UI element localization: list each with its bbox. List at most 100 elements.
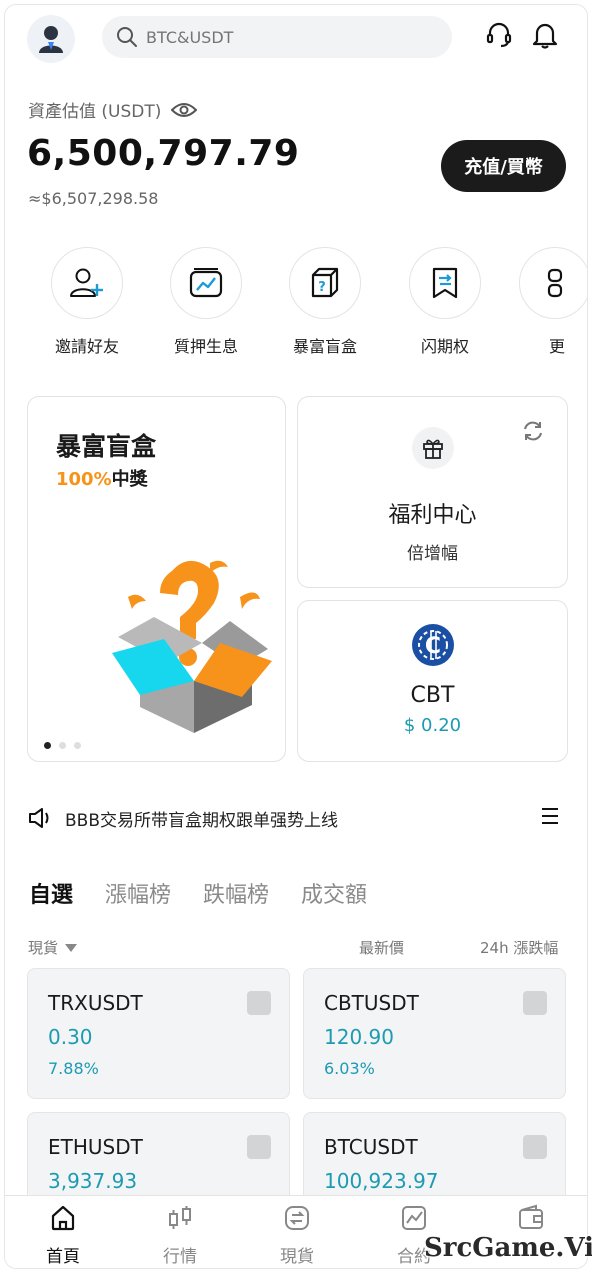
ticker-name: TRXUSDT xyxy=(48,991,143,1015)
welfare-subtitle: 倍增幅 xyxy=(407,544,458,564)
nav-icon-wrap xyxy=(130,1202,230,1234)
exchange-icon xyxy=(285,1206,309,1230)
candlestick-icon xyxy=(169,1206,191,1229)
cbt-price: $ 0.20 xyxy=(403,715,462,736)
asset-label-text: 資產估值 (USDT) xyxy=(28,102,162,122)
ticker-name: BTCUSDT xyxy=(324,1135,418,1159)
quick-action-circle: ? xyxy=(289,247,361,319)
announcement-text: BBB交易所带盲盒期权跟单强势上线 xyxy=(65,810,338,831)
favorite-checkbox[interactable] xyxy=(247,991,271,1015)
favorite-checkbox[interactable] xyxy=(247,1135,271,1159)
bell-icon xyxy=(532,23,558,49)
quick-action-circle xyxy=(170,247,242,319)
column-latest-price: 最新價 xyxy=(359,939,405,957)
home-icon xyxy=(51,1205,75,1231)
ticker-card[interactable]: TRXUSDT 0.30 7.88% xyxy=(27,968,290,1099)
welfare-center-card[interactable]: 福利中心 倍增幅 xyxy=(297,396,568,588)
carousel-dot[interactable] xyxy=(74,742,81,749)
market-tabs: 自選 漲幅榜 跌幅榜 成交額 xyxy=(29,877,367,909)
nav-markets[interactable]: 行情 xyxy=(130,1202,230,1267)
market-type-label: 現貨 xyxy=(28,939,59,957)
promo-highlight: 100% xyxy=(56,469,112,490)
column-24h-change: 24h 漲跌幅 xyxy=(480,939,559,957)
eye-icon[interactable] xyxy=(171,101,198,119)
quick-action-label: 暴富盲盒 xyxy=(292,337,357,356)
quick-action-circle xyxy=(519,247,587,319)
favorite-checkbox[interactable] xyxy=(523,1135,547,1159)
ticker-name: CBTUSDT xyxy=(324,991,419,1015)
quick-action-staking[interactable]: 質押生息 xyxy=(161,247,251,357)
menu-list-icon[interactable] xyxy=(539,805,561,827)
quick-action-label: 邀請好友 xyxy=(54,337,119,356)
mystery-box-promo-card[interactable]: 暴富盲盒 100%中獎 xyxy=(27,396,286,762)
add-user-icon xyxy=(70,268,103,297)
user-avatar-icon xyxy=(39,26,63,53)
announcement-bar[interactable]: BBB交易所带盲盒期权跟单强势上线 xyxy=(27,801,567,835)
asset-label: 資產估值 (USDT) xyxy=(28,97,198,122)
more-icon xyxy=(547,268,563,298)
ticker-price: 3,937.93 xyxy=(48,1169,138,1193)
favorite-checkbox[interactable] xyxy=(523,991,547,1015)
avatar[interactable] xyxy=(27,15,75,63)
app-frame: 資產估值 (USDT) 6,500,797.79 ≈$6,507,298.58 … xyxy=(4,4,588,1269)
quick-action-invite[interactable]: 邀請好友 xyxy=(42,247,132,357)
ticker-card[interactable]: CBTUSDT 120.90 6.03% xyxy=(303,968,566,1099)
promo-subtitle-rest: 中獎 xyxy=(111,469,148,490)
ticker-change: 7.88% xyxy=(48,1059,99,1078)
quick-action-mystery-box[interactable]: ? 暴富盲盒 xyxy=(280,247,370,357)
headset-icon xyxy=(486,22,512,48)
ticker-change: 6.03% xyxy=(324,1059,375,1078)
promo-subtitle: 100%中獎 xyxy=(56,465,148,491)
cbt-logo-wrap: C xyxy=(298,623,567,671)
nav-label: 首頁 xyxy=(46,1247,80,1267)
deposit-buy-button[interactable]: 充值/買幣 xyxy=(441,140,566,192)
nav-spot[interactable]: 現貨 xyxy=(247,1202,347,1267)
cbt-coin-icon: C xyxy=(411,624,454,666)
quick-action-label: 闪期权 xyxy=(420,337,469,356)
tab-losers[interactable]: 跌幅榜 xyxy=(203,877,269,909)
cbt-coin-card[interactable]: C CBT $ 0.20 xyxy=(297,600,568,762)
welfare-icon-wrap xyxy=(298,427,567,469)
nav-label: 現貨 xyxy=(280,1247,314,1267)
asset-value: 6,500,797.79 xyxy=(27,133,300,174)
nav-icon-wrap xyxy=(13,1202,113,1234)
quick-action-more[interactable]: 更 xyxy=(519,247,587,357)
svg-text:?: ? xyxy=(318,280,326,295)
carousel-dot[interactable] xyxy=(59,742,66,749)
cbt-name: CBT xyxy=(410,683,455,708)
promo-title: 暴富盲盒 xyxy=(56,432,157,461)
wallet-icon xyxy=(519,1204,543,1229)
asset-approx-value: ≈$6,507,298.58 xyxy=(28,189,159,208)
nav-icon-wrap xyxy=(364,1202,464,1234)
customer-service-button[interactable] xyxy=(483,19,515,51)
tab-gainers[interactable]: 漲幅榜 xyxy=(105,877,171,909)
tab-volume[interactable]: 成交額 xyxy=(301,877,367,909)
welfare-title: 福利中心 xyxy=(388,503,477,528)
mystery-box-illustration xyxy=(112,560,272,733)
gift-icon-bg xyxy=(411,427,454,469)
caret-down-icon xyxy=(65,943,78,952)
quick-action-circle xyxy=(51,247,123,319)
quick-action-flash-option[interactable]: 闪期权 xyxy=(400,247,490,357)
ticker-price: 0.30 xyxy=(48,1025,93,1049)
notification-button[interactable] xyxy=(529,19,561,51)
ticker-price: 100,923.97 xyxy=(324,1169,439,1193)
quick-action-circle xyxy=(409,247,481,319)
search-icon xyxy=(117,27,137,47)
tab-favorites[interactable]: 自選 xyxy=(29,877,73,909)
nav-icon-wrap xyxy=(247,1202,347,1234)
nav-home[interactable]: 首頁 xyxy=(13,1202,113,1267)
bookmark-arrow-icon xyxy=(432,267,458,299)
search-bar[interactable] xyxy=(102,16,452,58)
svg-text:C: C xyxy=(424,634,440,659)
carousel-dot[interactable] xyxy=(44,742,51,749)
chart-icon xyxy=(189,268,223,298)
carousel-dots[interactable] xyxy=(44,742,81,749)
speaker-icon xyxy=(29,808,49,828)
search-input[interactable] xyxy=(146,27,426,47)
quick-action-label: 質押生息 xyxy=(173,337,238,356)
mystery-box-icon: ? xyxy=(311,267,339,298)
nav-icon-wrap xyxy=(481,1202,581,1234)
market-type-filter[interactable]: 現貨 xyxy=(28,937,78,958)
quick-action-label: 更 xyxy=(549,337,566,356)
